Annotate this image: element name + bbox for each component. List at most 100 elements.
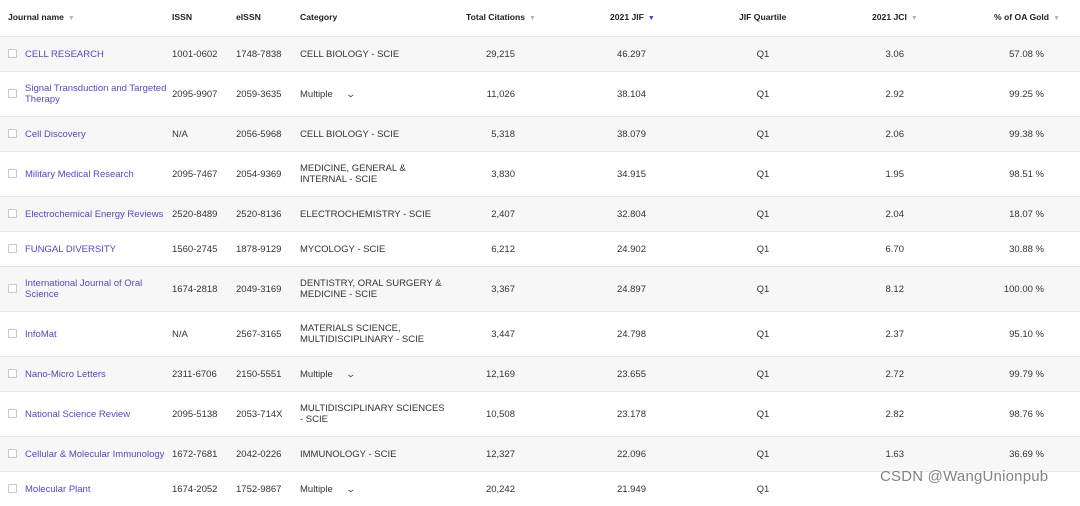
chevron-down-icon[interactable]: ⌄	[345, 484, 356, 495]
col-oa-gold-header[interactable]: % of OA Gold ▼	[994, 0, 1060, 36]
cell-issn: N/A	[172, 312, 234, 356]
cell-oa-text: 100.00 %	[1003, 283, 1044, 295]
cell-name[interactable]: FUNGAL DIVERSITY	[25, 232, 171, 266]
cell-category[interactable]: Multiple ⌄	[300, 472, 450, 506]
row-checkbox[interactable]	[8, 329, 17, 338]
cell-jif: 32.804	[574, 197, 646, 231]
cell-name[interactable]: CELL RESEARCH	[25, 37, 171, 71]
cell-quartile: Q1	[733, 312, 793, 356]
cell-name[interactable]: Molecular Plant	[25, 472, 171, 506]
row-checkbox[interactable]	[8, 49, 17, 58]
cell-jif: 24.902	[574, 232, 646, 266]
row-checkbox[interactable]	[8, 89, 17, 98]
sort-icon[interactable]: ▼	[529, 15, 536, 22]
cell-category: MEDICINE, GENERAL & INTERNAL - SCIE	[300, 152, 450, 196]
cell-jif: 21.949	[574, 472, 646, 506]
cell-eissn: 2049-3169	[236, 267, 298, 311]
cell-name[interactable]: Nano-Micro Letters	[25, 357, 171, 391]
cell-issn: 2095-7467	[172, 152, 234, 196]
cell-name-text[interactable]: International Journal of Oral Science	[25, 278, 171, 300]
cell-name-text[interactable]: Cellular & Molecular Immunology	[25, 449, 164, 460]
cell-name[interactable]: International Journal of Oral Science	[25, 267, 171, 311]
sort-icon[interactable]: ▼	[68, 15, 75, 22]
cell-category-text: ELECTROCHEMISTRY - SCIE	[300, 208, 432, 220]
cell-oa-text: 36.69 %	[1009, 448, 1044, 460]
cell-name[interactable]: InfoMat	[25, 312, 171, 356]
row-checkbox[interactable]	[8, 409, 17, 418]
cell-name-text[interactable]: Nano-Micro Letters	[25, 369, 106, 380]
cell-oa: 99.79 %	[980, 357, 1044, 391]
col-journal-name-header[interactable]: Journal name ▼	[8, 0, 75, 36]
cell-name-text[interactable]: Military Medical Research	[25, 169, 134, 180]
cell-name-text[interactable]: National Science Review	[25, 409, 130, 420]
sort-active-icon[interactable]: ▼	[648, 15, 655, 22]
cell-issn-text: N/A	[172, 328, 188, 340]
cell-oa: 99.38 %	[980, 117, 1044, 151]
cell-eissn: 1878-9129	[236, 232, 298, 266]
cell-quartile: Q1	[733, 197, 793, 231]
cell-name[interactable]: Cellular & Molecular Immunology	[25, 437, 171, 471]
cell-issn: 1560-2745	[172, 232, 234, 266]
cell-name-text[interactable]: CELL RESEARCH	[25, 49, 104, 60]
cell-jci-text: 2.37	[885, 328, 905, 340]
table-row: Signal Transduction and Targeted Therapy…	[0, 71, 1080, 116]
cell-category[interactable]: Multiple ⌄	[300, 72, 450, 116]
sort-icon[interactable]: ▼	[911, 15, 918, 22]
cell-category[interactable]: Multiple ⌄	[300, 357, 450, 391]
cell-citations-text: 12,327	[485, 448, 515, 460]
cell-jci-text: 8.12	[885, 283, 905, 295]
cell-jci-text: 1.63	[885, 448, 905, 460]
chevron-down-icon[interactable]: ⌄	[345, 369, 356, 380]
cell-name-text[interactable]: FUNGAL DIVERSITY	[25, 244, 116, 255]
col-jci-header[interactable]: 2021 JCI ▼	[872, 0, 918, 36]
row-checkbox[interactable]	[8, 369, 17, 378]
cell-name[interactable]: Signal Transduction and Targeted Therapy	[25, 72, 171, 116]
col-jci-label: 2021 JCI	[872, 12, 907, 22]
cell-eissn-text: 1752-9867	[236, 483, 282, 495]
row-checkbox[interactable]	[8, 129, 17, 138]
cell-name[interactable]: Cell Discovery	[25, 117, 171, 151]
cell-citations-text: 10,508	[485, 408, 515, 420]
cell-eissn: 2056-5968	[236, 117, 298, 151]
col-jif-header[interactable]: 2021 JIF ▼	[610, 0, 655, 36]
cell-name-text[interactable]: Cell Discovery	[25, 129, 86, 140]
row-checkbox[interactable]	[8, 484, 17, 493]
row-checkbox[interactable]	[8, 209, 17, 218]
cell-citations: 6,212	[440, 232, 515, 266]
cell-name-text[interactable]: Molecular Plant	[25, 484, 90, 495]
cell-eissn: 2059-3635	[236, 72, 298, 116]
cell-name-text[interactable]: Electrochemical Energy Reviews	[25, 209, 163, 220]
cell-jif: 22.096	[574, 437, 646, 471]
cell-name-text[interactable]: Signal Transduction and Targeted Therapy	[25, 83, 171, 105]
row-checkbox[interactable]	[8, 284, 17, 293]
col-total-citations-header[interactable]: Total Citations ▼	[466, 0, 536, 36]
cell-quartile-text: Q1	[756, 168, 770, 180]
cell-jif-text: 24.897	[616, 283, 646, 295]
chevron-down-icon[interactable]: ⌄	[345, 89, 356, 100]
cell-jci-text: 1.95	[885, 168, 905, 180]
row-checkbox[interactable]	[8, 244, 17, 253]
cell-name[interactable]: Military Medical Research	[25, 152, 171, 196]
cell-eissn-text: 1748-7838	[236, 48, 282, 60]
cell-name[interactable]: Electrochemical Energy Reviews	[25, 197, 171, 231]
cell-eissn-text: 2150-5551	[236, 368, 282, 380]
row-checkbox[interactable]	[8, 169, 17, 178]
cell-oa-text: 99.25 %	[1009, 88, 1044, 100]
col-eissn-label: eISSN	[236, 12, 261, 22]
table-row: National Science Review 2095-5138 2053-714…	[0, 391, 1080, 436]
table-row: FUNGAL DIVERSITY 1560-2745 1878-9129 MYCOLO…	[0, 231, 1080, 266]
cell-name[interactable]: National Science Review	[25, 392, 171, 436]
cell-jci: 8.12	[860, 267, 905, 311]
cell-jci: 2.04	[860, 197, 905, 231]
cell-jif-text: 46.297	[616, 48, 646, 60]
cell-jif: 46.297	[574, 37, 646, 71]
cell-citations-text: 20,242	[485, 483, 515, 495]
col-journal-name-label: Journal name	[8, 12, 64, 22]
cell-name-text[interactable]: InfoMat	[25, 329, 57, 340]
cell-issn-text: 1674-2052	[172, 483, 218, 495]
cell-jif-text: 24.902	[616, 243, 646, 255]
sort-icon[interactable]: ▼	[1053, 15, 1060, 22]
cell-quartile-text: Q1	[756, 88, 770, 100]
cell-category-text: MEDICINE, GENERAL & INTERNAL - SCIE	[300, 163, 406, 185]
row-checkbox[interactable]	[8, 449, 17, 458]
